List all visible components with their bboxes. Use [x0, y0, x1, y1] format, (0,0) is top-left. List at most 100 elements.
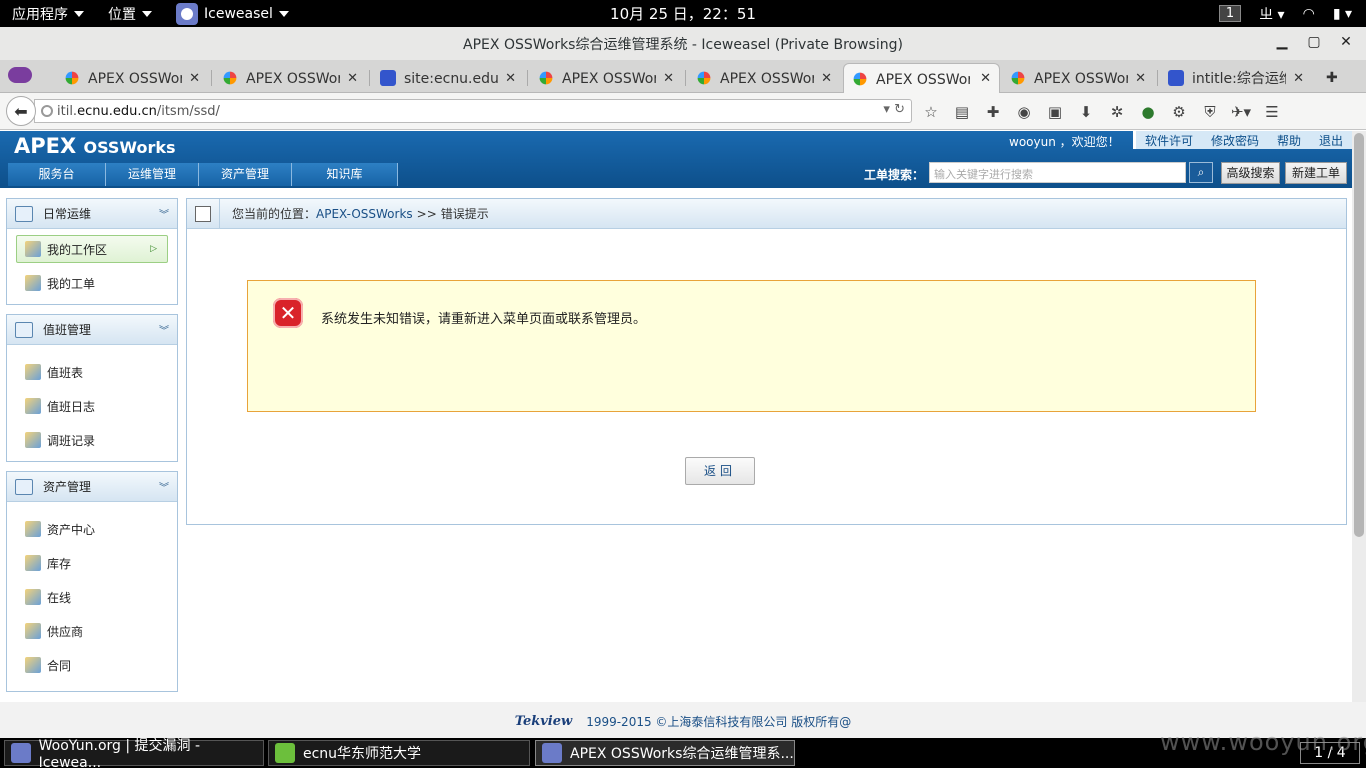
sidebar-item-contract[interactable]: 合同 — [7, 648, 177, 682]
apex-favicon-icon — [65, 71, 79, 85]
watermark: www.wooyun.org — [1160, 728, 1366, 756]
window-controls: ▁ ▢ ✕ — [1270, 30, 1358, 54]
vertical-scrollbar[interactable] — [1352, 131, 1366, 702]
sidebar-item-supplier[interactable]: 供应商 — [7, 614, 177, 648]
sidebar-item-duty-schedule[interactable]: 值班表 — [7, 355, 177, 389]
gear-icon[interactable]: ✲ — [1106, 101, 1128, 123]
wifi-icon[interactable]: ◠ — [1303, 6, 1315, 22]
maximize-icon[interactable]: ▢ — [1302, 30, 1326, 54]
tab-title: APEX OSSWorks综合运维管理系统 — [562, 71, 656, 87]
breadcrumb-home-link[interactable]: APEX-OSSWorks — [316, 207, 413, 221]
workspace-icon — [25, 241, 41, 257]
panel-header[interactable]: 值班管理 ︾ — [7, 315, 177, 345]
browser-tab[interactable]: APEX OSSWorks综合运维管理系统 ✕ — [530, 63, 682, 93]
tab-knowledge-base[interactable]: 知识库 — [292, 163, 398, 186]
return-button[interactable]: 返回 — [685, 457, 755, 485]
url-text: itil.ecnu.edu.cn/itsm/ssd/ — [57, 104, 220, 119]
close-tab-icon[interactable]: ✕ — [189, 71, 200, 86]
breadcrumb-divider — [219, 198, 220, 229]
close-tab-icon[interactable]: ✕ — [980, 71, 991, 86]
sidebar-item-shift-change[interactable]: 调班记录 — [7, 423, 177, 457]
url-dropdown-icon[interactable]: ▾ — [883, 102, 890, 117]
collapse-chevron-icon[interactable]: ︾ — [159, 206, 169, 221]
browser-tab[interactable]: APEX OSSWorks综合运维管理系统 ✕ — [1002, 63, 1154, 93]
close-tab-icon[interactable]: ✕ — [347, 71, 358, 86]
sidebar-item-label: 我的工单 — [47, 276, 96, 291]
tab-separator — [527, 70, 528, 86]
tab-service-desk[interactable]: 服务台 — [8, 163, 106, 186]
error-box: ✕ 系统发生未知错误，请重新进入菜单页面或联系管理员。 — [247, 280, 1256, 412]
browser-tab-active[interactable]: APEX OSSWorks综合运维管理系统 ✕ — [843, 63, 1000, 93]
tab-asset-management[interactable]: 资产管理 — [199, 163, 292, 186]
license-link[interactable]: 软件许可 — [1145, 132, 1193, 149]
browser-tab[interactable]: APEX OSSWorks综合运维管理系统 ✕ — [214, 63, 366, 93]
green-orb-icon[interactable]: ● — [1137, 101, 1159, 123]
active-app-label: Iceweasel — [204, 5, 273, 22]
sidebar-item-label: 库存 — [47, 556, 72, 571]
taskbar-item-label: WooYun.org | 提交漏洞 - Icewea... — [38, 738, 201, 771]
tab-title: APEX OSSWorks综合运维管理系统 — [246, 71, 340, 87]
shield-icon[interactable]: ⛨ — [1199, 101, 1221, 123]
compass-icon[interactable]: ◉ — [1013, 101, 1035, 123]
ticket-search-input[interactable]: 输入关键字进行搜索 — [929, 162, 1186, 183]
back-button[interactable]: ⬅ — [6, 96, 36, 126]
browser-tab[interactable]: APEX OSSWorks综合运维管理系统 ✕ — [688, 63, 840, 93]
apex-favicon-icon — [539, 71, 553, 85]
settings-gear-icon[interactable]: ⚙ — [1168, 101, 1190, 123]
browser-tab[interactable]: site:ecnu.edu.cn_百度搜索 ✕ — [372, 63, 524, 93]
search-icon: ⌕ — [1197, 165, 1205, 179]
toolbar-icons: ☆ ▤ ✚ ◉ ▣ ⬇ ✲ ● ⚙ ⛨ ✈▾ ☰ — [920, 101, 1283, 123]
new-tab-button[interactable]: ✚ — [1318, 63, 1348, 93]
logout-link[interactable]: 退出 — [1319, 132, 1343, 149]
taskbar-item-ecnu[interactable]: ecnu华东师范大学 — [268, 740, 530, 766]
collapse-chevron-icon[interactable]: ︾ — [159, 322, 169, 337]
close-tab-icon[interactable]: ✕ — [505, 71, 516, 86]
minimize-icon[interactable]: ▁ — [1270, 30, 1294, 54]
reading-list-icon[interactable]: ▤ — [951, 101, 973, 123]
search-button[interactable]: ⌕ — [1189, 162, 1213, 183]
browser-tab[interactable]: intitle:综合运维管理系统 ✕ — [1160, 63, 1312, 93]
new-ticket-button[interactable]: 新建工单 — [1285, 162, 1347, 184]
workspace-indicator[interactable]: 1 — [1218, 5, 1242, 22]
sidebar-item-asset-center[interactable]: 资产中心 — [7, 512, 177, 546]
bookmark-star-icon[interactable]: ☆ — [920, 101, 942, 123]
url-bar[interactable]: itil.ecnu.edu.cn/itsm/ssd/ ▾ ↻ — [34, 99, 912, 123]
close-tab-icon[interactable]: ✕ — [821, 71, 832, 86]
tab-title: APEX OSSWorks综合运维管理系统 — [876, 71, 970, 88]
download-icon[interactable]: ⬇ — [1075, 101, 1097, 123]
extension-dropdown-icon[interactable]: ✈▾ — [1230, 101, 1252, 123]
change-password-link[interactable]: 修改密码 — [1211, 132, 1259, 149]
active-app-menu[interactable]: Iceweasel — [164, 0, 301, 27]
pocket-icon[interactable]: ▣ — [1044, 101, 1066, 123]
applications-menu[interactable]: 应用程序 — [0, 0, 96, 27]
panel-header[interactable]: 日常运维 ︾ — [7, 199, 177, 229]
collapse-chevron-icon[interactable]: ︾ — [159, 479, 169, 494]
places-menu[interactable]: 位置 — [96, 0, 164, 27]
sidebar-item-online[interactable]: 在线 — [7, 580, 177, 614]
hamburger-menu-icon[interactable]: ☰ — [1261, 101, 1283, 123]
sidebar-item-my-workspace[interactable]: 我的工作区 ▷ — [16, 235, 168, 263]
battery-icon[interactable]: ▮ ▾ — [1333, 6, 1352, 22]
panel-title: 值班管理 — [43, 323, 92, 337]
reload-icon[interactable]: ↻ — [894, 102, 905, 117]
browser-tab[interactable]: APEX OSSWorks综合运维管理系统 ✕ — [56, 63, 208, 93]
chevron-down-icon — [142, 10, 152, 17]
scrollbar-thumb[interactable] — [1354, 133, 1364, 537]
main-content: 您当前的位置： APEX-OSSWorks >> 错误提示 ✕ 系统发生未知错误… — [186, 198, 1347, 525]
input-method-indicator[interactable]: ㄓ ▾ — [1259, 4, 1284, 24]
sidebar-item-duty-log[interactable]: 值班日志 — [7, 389, 177, 423]
close-tab-icon[interactable]: ✕ — [1135, 71, 1146, 86]
taskbar-item-apex[interactable]: APEX OSSWorks综合运维管理系... — [535, 740, 795, 766]
url-domain: ecnu.edu.cn — [77, 103, 157, 119]
help-link[interactable]: 帮助 — [1277, 132, 1301, 149]
close-icon[interactable]: ✕ — [1334, 30, 1358, 54]
sidebar-item-my-tickets[interactable]: 我的工单 — [7, 266, 177, 300]
taskbar-item-wooyun[interactable]: WooYun.org | 提交漏洞 - Icewea... — [4, 738, 264, 771]
sidebar-item-inventory[interactable]: 库存 — [7, 546, 177, 580]
tab-operations[interactable]: 运维管理 — [106, 163, 199, 186]
close-tab-icon[interactable]: ✕ — [663, 71, 674, 86]
panel-header[interactable]: 资产管理 ︾ — [7, 472, 177, 502]
addons-puzzle-icon[interactable]: ✚ — [982, 101, 1004, 123]
close-tab-icon[interactable]: ✕ — [1293, 71, 1304, 86]
advanced-search-button[interactable]: 高级搜索 — [1221, 162, 1280, 184]
